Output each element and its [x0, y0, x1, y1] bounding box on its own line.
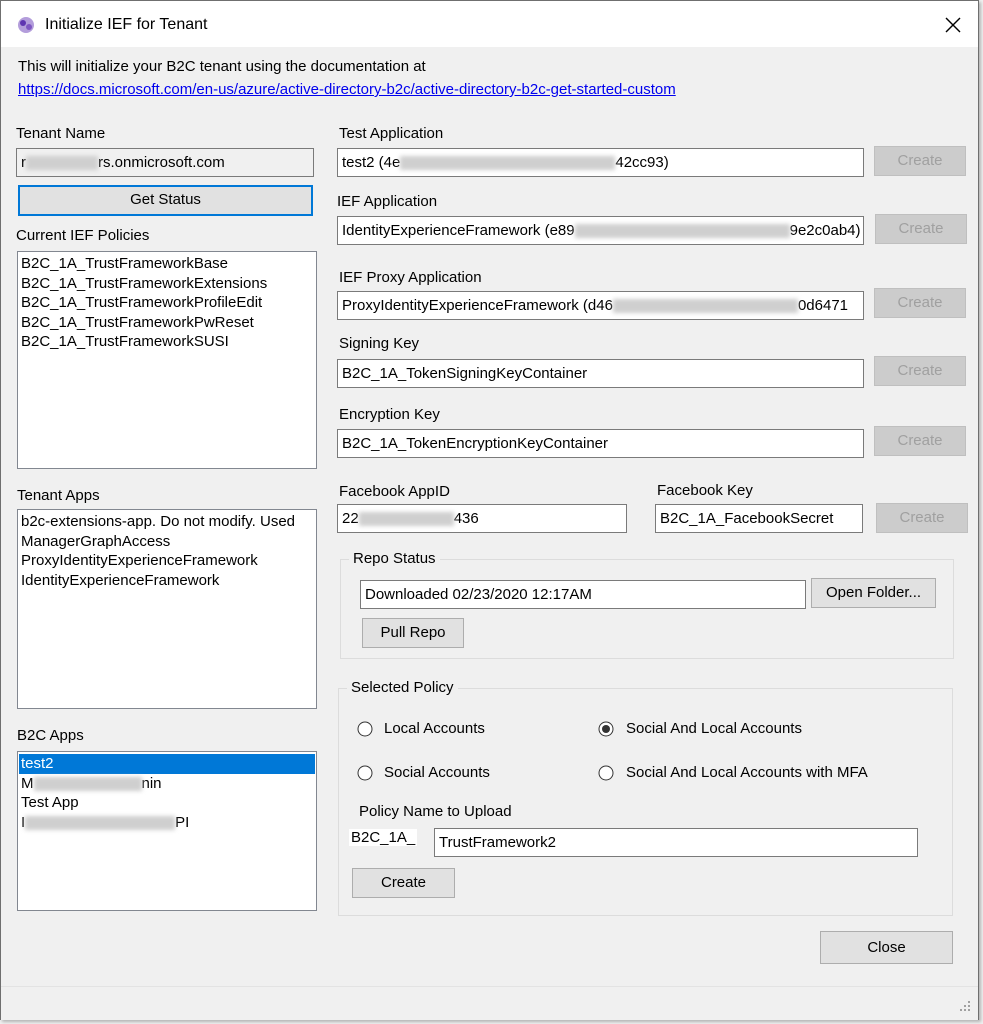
encryption-key-label: Encryption Key: [339, 406, 440, 423]
facebook-appid-field[interactable]: 22 436: [337, 504, 627, 533]
ief-application-label: IEF Application: [337, 193, 438, 210]
tenant-apps-label: Tenant Apps: [17, 487, 100, 504]
app-icon: [18, 17, 34, 33]
radio-social-local-mfa-label[interactable]: Social And Local Accounts with MFA: [626, 764, 868, 781]
resize-grip-icon[interactable]: [958, 999, 972, 1013]
radio-social-local-mfa[interactable]: [598, 765, 614, 781]
title-bar: Initialize IEF for Tenant: [1, 1, 978, 47]
list-item-selected[interactable]: test2: [19, 754, 315, 774]
radio-social-and-local-accounts-label[interactable]: Social And Local Accounts: [626, 720, 802, 737]
tenant-name-label: Tenant Name: [16, 125, 106, 142]
create-encryption-key-button[interactable]: Create: [874, 426, 966, 456]
list-item[interactable]: ManagerGraphAccess: [21, 532, 313, 552]
create-policy-button[interactable]: Create: [352, 868, 455, 898]
encryption-key-field[interactable]: B2C_1A_TokenEncryptionKeyContainer: [337, 429, 864, 458]
radio-local-accounts-label[interactable]: Local Accounts: [384, 720, 485, 737]
create-signing-key-button[interactable]: Create: [874, 356, 966, 386]
facebook-key-field[interactable]: B2C_1A_FacebookSecret: [655, 504, 863, 533]
policy-prefix-label: B2C_1A_: [349, 829, 418, 846]
create-test-app-button[interactable]: Create: [874, 146, 966, 176]
test-application-label: Test Application: [339, 125, 444, 142]
ief-application-field[interactable]: IdentityExperienceFramework (e89 9e2c0ab4…: [337, 216, 864, 245]
tenant-apps-list[interactable]: b2c-extensions-app. Do not modify. Used …: [17, 509, 317, 709]
policy-name-field[interactable]: TrustFramework2: [434, 828, 918, 857]
close-button[interactable]: Close: [820, 931, 953, 964]
list-item[interactable]: ProxyIdentityExperienceFramework: [21, 551, 313, 571]
radio-social-and-local-accounts[interactable]: [598, 721, 614, 737]
b2c-apps-list[interactable]: test2 Mnin Test App I PI: [17, 751, 317, 911]
tenant-name-field[interactable]: r rs.onmicrosoft.com: [16, 148, 314, 177]
pull-repo-button[interactable]: Pull Repo: [362, 618, 464, 648]
radio-local-accounts[interactable]: [357, 721, 373, 737]
list-item[interactable]: B2C_1A_TrustFrameworkExtensions: [21, 274, 313, 294]
list-item[interactable]: B2C_1A_TrustFrameworkPwReset: [21, 313, 313, 333]
list-item[interactable]: B2C_1A_TrustFrameworkProfileEdit: [21, 293, 313, 313]
create-ief-app-button[interactable]: Create: [875, 214, 967, 244]
window-title: Initialize IEF for Tenant: [45, 16, 208, 33]
status-bar: [1, 986, 978, 1020]
repo-status-label: Repo Status: [349, 550, 440, 567]
repo-status-field[interactable]: Downloaded 02/23/2020 12:17AM: [360, 580, 806, 609]
dialog-window: Initialize IEF for Tenant This will init…: [0, 0, 979, 1020]
selected-policy-label: Selected Policy: [347, 679, 458, 696]
list-item[interactable]: Mnin: [21, 774, 313, 794]
b2c-apps-label: B2C Apps: [17, 727, 84, 744]
policies-list[interactable]: B2C_1A_TrustFrameworkBase B2C_1A_TrustFr…: [17, 251, 317, 469]
policy-name-label: Policy Name to Upload: [359, 803, 512, 820]
radio-social-accounts-label[interactable]: Social Accounts: [384, 764, 490, 781]
signing-key-field[interactable]: B2C_1A_TokenSigningKeyContainer: [337, 359, 864, 388]
current-policies-label: Current IEF Policies: [16, 227, 150, 244]
intro-text: This will initialize your B2C tenant usi…: [18, 58, 426, 75]
open-folder-button[interactable]: Open Folder...: [811, 578, 936, 608]
signing-key-label: Signing Key: [339, 335, 420, 352]
documentation-link[interactable]: https://docs.microsoft.com/en-us/azure/a…: [18, 81, 676, 98]
get-status-button[interactable]: Get Status: [18, 185, 313, 216]
test-application-field[interactable]: test2 (4e 42cc93): [337, 148, 864, 177]
list-item[interactable]: b2c-extensions-app. Do not modify. Used: [21, 512, 313, 532]
create-facebook-button[interactable]: Create: [876, 503, 968, 533]
create-ief-proxy-app-button[interactable]: Create: [874, 288, 966, 318]
ief-proxy-application-label: IEF Proxy Application: [339, 269, 482, 286]
radio-social-accounts[interactable]: [357, 765, 373, 781]
list-item[interactable]: IdentityExperienceFramework: [21, 571, 313, 591]
list-item[interactable]: B2C_1A_TrustFrameworkSUSI: [21, 332, 313, 352]
list-item[interactable]: Test App: [21, 793, 313, 813]
list-item[interactable]: B2C_1A_TrustFrameworkBase: [21, 254, 313, 274]
ief-proxy-application-field[interactable]: ProxyIdentityExperienceFramework (d46 0d6…: [337, 291, 864, 320]
facebook-key-label: Facebook Key: [657, 482, 753, 499]
list-item[interactable]: I PI: [21, 813, 313, 833]
facebook-appid-label: Facebook AppID: [339, 483, 450, 500]
close-icon[interactable]: [943, 15, 963, 35]
